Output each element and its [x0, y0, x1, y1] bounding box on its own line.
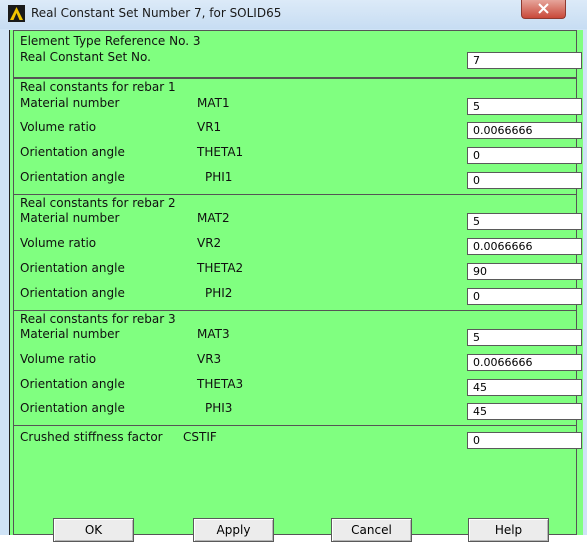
rebar3-mat-field[interactable]	[467, 329, 582, 346]
rebar2-mat-field[interactable]	[467, 213, 582, 230]
rebar2-mat-label: Material number	[20, 211, 120, 225]
dialog-window: Real Constant Set Number 7, for SOLID65 …	[0, 0, 587, 542]
rebar1-phi-field[interactable]	[467, 172, 582, 189]
rebar1-mat-key: MAT1	[197, 96, 230, 110]
rebar1-phi-label: Orientation angle	[20, 170, 125, 184]
rebar3-vr-key: VR3	[197, 352, 222, 366]
rebar1-phi-key: PHI1	[205, 170, 233, 184]
rebar3-title: Real constants for rebar 3	[20, 312, 176, 326]
rebar1-mat-field[interactable]	[467, 98, 582, 115]
ok-button[interactable]: OK	[53, 518, 134, 542]
rebar3-phi-field[interactable]	[467, 403, 582, 420]
crush-label: Crushed stiffness factor	[20, 430, 163, 444]
rebar3-theta-label: Orientation angle	[20, 377, 125, 391]
rebar3-mat-label: Material number	[20, 327, 120, 341]
rebar3-phi-key: PHI3	[205, 401, 233, 415]
element-type-ref-label: Element Type Reference No. 3	[20, 34, 201, 48]
rebar2-theta-field[interactable]	[467, 263, 582, 280]
rebar3-mat-key: MAT3	[197, 327, 230, 341]
rebar1-theta-field[interactable]	[467, 147, 582, 164]
rebar3-phi-label: Orientation angle	[20, 401, 125, 415]
real-constant-set-field[interactable]	[467, 52, 582, 69]
dialog-body: Element Type Reference No. 3 Real Consta…	[9, 30, 583, 542]
cancel-button[interactable]: Cancel	[331, 518, 412, 542]
rebar1-mat-label: Material number	[20, 96, 120, 110]
rebar2-phi-key: PHI2	[205, 286, 233, 300]
real-constant-set-label: Real Constant Set No.	[20, 50, 151, 64]
rebar1-title: Real constants for rebar 1	[20, 80, 176, 94]
rebar2-vr-field[interactable]	[467, 238, 582, 255]
rebar3-vr-field[interactable]	[467, 354, 582, 371]
rebar2-theta-key: THETA2	[197, 261, 244, 275]
rebar1-vr-field[interactable]	[467, 122, 582, 139]
apply-button[interactable]: Apply	[193, 518, 274, 542]
rebar2-phi-field[interactable]	[467, 288, 582, 305]
rebar1-vr-key: VR1	[197, 120, 222, 134]
rebar2-title: Real constants for rebar 2	[20, 196, 176, 210]
rebar2-vr-key: VR2	[197, 236, 222, 250]
ansys-logo-icon	[8, 5, 25, 22]
rebar3-theta-key: THETA3	[197, 377, 244, 391]
rebar3-vr-label: Volume ratio	[20, 352, 97, 366]
rebar1-theta-label: Orientation angle	[20, 145, 125, 159]
rebar3-theta-field[interactable]	[467, 379, 582, 396]
rebar1-theta-key: THETA1	[197, 145, 244, 159]
close-x-icon	[538, 3, 549, 14]
crush-key: CSTIF	[183, 430, 217, 444]
rebar2-phi-label: Orientation angle	[20, 286, 125, 300]
rebar2-mat-key: MAT2	[197, 211, 230, 225]
close-button[interactable]	[521, 0, 566, 19]
title-bar[interactable]: Real Constant Set Number 7, for SOLID65	[0, 0, 587, 29]
rebar2-theta-label: Orientation angle	[20, 261, 125, 275]
help-button[interactable]: Help	[468, 518, 549, 542]
rebar2-vr-label: Volume ratio	[20, 236, 97, 250]
window-title: Real Constant Set Number 7, for SOLID65	[31, 6, 282, 20]
rebar1-vr-label: Volume ratio	[20, 120, 97, 134]
crush-field[interactable]	[467, 432, 582, 449]
